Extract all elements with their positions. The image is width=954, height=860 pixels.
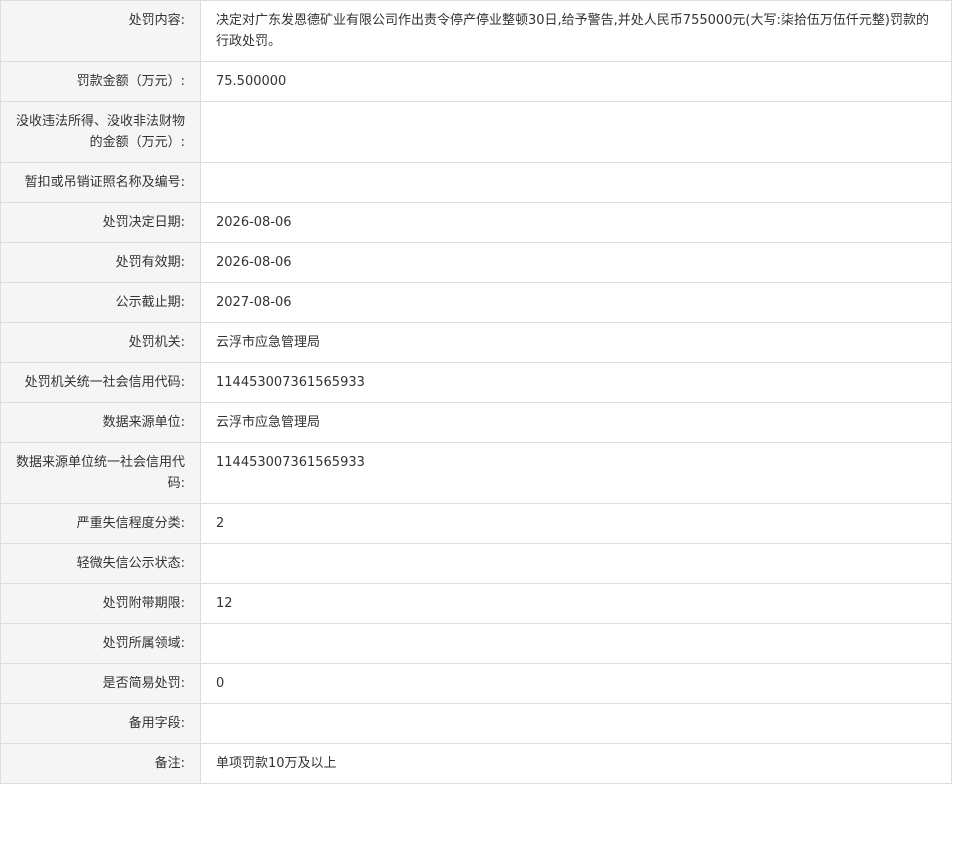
row-label: 处罚有效期: bbox=[0, 242, 201, 283]
row-label: 没收违法所得、没收非法财物的金额（万元）: bbox=[0, 101, 201, 163]
row-value: 2026-08-06 bbox=[200, 242, 952, 283]
row-value bbox=[200, 543, 952, 584]
table-row: 处罚内容: 决定对广东发恩德矿业有限公司作出责令停产停业整顿30日,给予警告,并… bbox=[0, 0, 952, 62]
row-label: 严重失信程度分类: bbox=[0, 503, 201, 544]
table-row: 暂扣或吊销证照名称及编号: bbox=[0, 162, 952, 203]
table-row: 处罚决定日期: 2026-08-06 bbox=[0, 202, 952, 243]
table-row: 处罚机关: 云浮市应急管理局 bbox=[0, 322, 952, 363]
table-row: 备注: 单项罚款10万及以上 bbox=[0, 743, 952, 784]
row-label: 备用字段: bbox=[0, 703, 201, 744]
row-label: 处罚所属领域: bbox=[0, 623, 201, 664]
table-row: 备用字段: bbox=[0, 703, 952, 744]
table-row: 罚款金额（万元）: 75.500000 bbox=[0, 61, 952, 102]
row-value: 2 bbox=[200, 503, 952, 544]
row-value: 云浮市应急管理局 bbox=[200, 322, 952, 363]
penalty-detail-body: 处罚内容: 决定对广东发恩德矿业有限公司作出责令停产停业整顿30日,给予警告,并… bbox=[0, 0, 952, 784]
table-row: 处罚所属领域: bbox=[0, 623, 952, 664]
table-row: 轻微失信公示状态: bbox=[0, 543, 952, 584]
row-label: 数据来源单位: bbox=[0, 402, 201, 443]
row-value bbox=[200, 703, 952, 744]
penalty-detail-table: 处罚内容: 决定对广东发恩德矿业有限公司作出责令停产停业整顿30日,给予警告,并… bbox=[0, 0, 952, 784]
row-label: 罚款金额（万元）: bbox=[0, 61, 201, 102]
row-label: 处罚机关: bbox=[0, 322, 201, 363]
row-value bbox=[200, 101, 952, 163]
row-label: 公示截止期: bbox=[0, 282, 201, 323]
row-value bbox=[200, 162, 952, 203]
table-row: 严重失信程度分类: 2 bbox=[0, 503, 952, 544]
row-label: 轻微失信公示状态: bbox=[0, 543, 201, 584]
row-value: 2026-08-06 bbox=[200, 202, 952, 243]
row-value: 0 bbox=[200, 663, 952, 704]
table-row: 公示截止期: 2027-08-06 bbox=[0, 282, 952, 323]
row-value: 114453007361565933 bbox=[200, 442, 952, 504]
row-label: 数据来源单位统一社会信用代码: bbox=[0, 442, 201, 504]
table-row: 处罚机关统一社会信用代码: 114453007361565933 bbox=[0, 362, 952, 403]
row-value: 决定对广东发恩德矿业有限公司作出责令停产停业整顿30日,给予警告,并处人民币75… bbox=[200, 0, 952, 62]
row-value bbox=[200, 623, 952, 664]
row-label: 处罚内容: bbox=[0, 0, 201, 62]
row-value: 云浮市应急管理局 bbox=[200, 402, 952, 443]
table-row: 数据来源单位统一社会信用代码: 114453007361565933 bbox=[0, 442, 952, 504]
row-value: 114453007361565933 bbox=[200, 362, 952, 403]
row-value: 12 bbox=[200, 583, 952, 624]
table-row: 没收违法所得、没收非法财物的金额（万元）: bbox=[0, 101, 952, 163]
table-row: 是否简易处罚: 0 bbox=[0, 663, 952, 704]
row-value: 单项罚款10万及以上 bbox=[200, 743, 952, 784]
row-value: 2027-08-06 bbox=[200, 282, 952, 323]
row-value: 75.500000 bbox=[200, 61, 952, 102]
table-row: 处罚有效期: 2026-08-06 bbox=[0, 242, 952, 283]
row-label: 处罚附带期限: bbox=[0, 583, 201, 624]
row-label: 处罚决定日期: bbox=[0, 202, 201, 243]
row-label: 是否简易处罚: bbox=[0, 663, 201, 704]
row-label: 处罚机关统一社会信用代码: bbox=[0, 362, 201, 403]
row-label: 备注: bbox=[0, 743, 201, 784]
table-row: 处罚附带期限: 12 bbox=[0, 583, 952, 624]
table-row: 数据来源单位: 云浮市应急管理局 bbox=[0, 402, 952, 443]
row-label: 暂扣或吊销证照名称及编号: bbox=[0, 162, 201, 203]
